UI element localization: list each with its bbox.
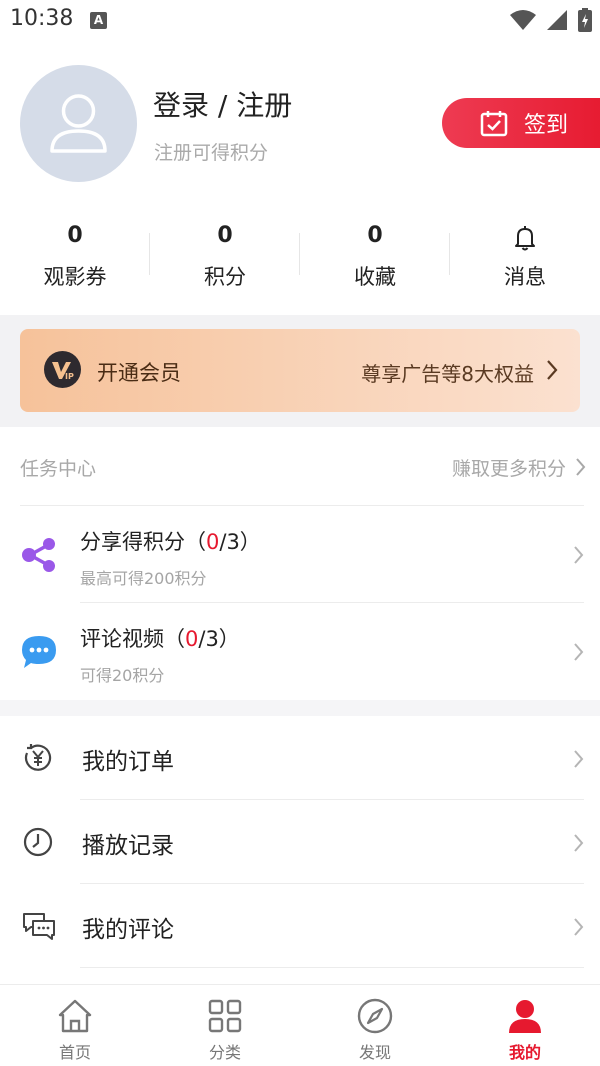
tab-label: 我的 [508, 1043, 541, 1062]
stat-coupons[interactable]: 0 观影券 [0, 215, 150, 295]
bottom-tab-bar: 首页 分类 发现 我的 [0, 984, 600, 1066]
stat-value: 0 [67, 223, 83, 248]
earn-more-points-link[interactable]: 赚取更多积分 [452, 454, 566, 481]
menu-label: 播放记录 [82, 833, 174, 859]
task-comment[interactable]: 评论视频（0/3） 可得20积分 [0, 603, 600, 700]
task-progress: 0 [206, 530, 220, 554]
clock-icon [23, 827, 53, 857]
menu-my-orders[interactable]: 我的订单 [0, 716, 600, 800]
divider [449, 233, 450, 275]
section-separator [0, 700, 600, 716]
menu-label: 我的订单 [82, 749, 174, 775]
menu-label: 我的评论 [82, 917, 174, 943]
task-subtitle: 最高可得200积分 [80, 569, 207, 588]
chevron-right-icon [574, 546, 584, 564]
tab-category[interactable]: 分类 [150, 985, 300, 1066]
login-register-link[interactable]: 登录 / 注册 [153, 84, 292, 124]
chevron-right-icon [574, 918, 584, 936]
comments-icon [23, 913, 55, 940]
vip-benefit: 尊享广告等8大权益 [361, 362, 534, 386]
bell-icon [450, 223, 600, 251]
compass-icon [357, 998, 393, 1034]
chevron-right-icon [574, 750, 584, 768]
home-icon [58, 999, 92, 1033]
task-title: 分享得积分（0/3） [80, 530, 261, 554]
stat-messages[interactable]: 消息 [450, 215, 600, 295]
signal-icon [547, 10, 567, 30]
checkin-label: 签到 [524, 113, 569, 138]
avatar[interactable] [20, 65, 137, 182]
status-icons [510, 8, 592, 32]
vip-logo-icon: IP [44, 351, 81, 388]
category-grid-icon [208, 999, 242, 1033]
stat-label: 收藏 [354, 265, 396, 289]
task-title: 评论视频（0/3） [80, 627, 240, 651]
tab-label: 发现 [358, 1043, 391, 1062]
comment-bubble-icon [22, 636, 56, 668]
wifi-icon [510, 10, 536, 30]
tab-discover[interactable]: 发现 [300, 985, 450, 1066]
task-center-title: 任务中心 [20, 458, 97, 480]
tab-label: 首页 [58, 1043, 91, 1062]
chevron-right-icon [576, 458, 586, 476]
menu-play-history[interactable]: 播放记录 [0, 800, 600, 884]
chevron-right-icon [574, 834, 584, 852]
vip-title: 开通会员 [97, 361, 181, 385]
tab-home[interactable]: 首页 [0, 985, 150, 1066]
status-bar: 10:38 A [0, 0, 600, 42]
tab-mine[interactable]: 我的 [450, 985, 600, 1066]
menu-my-comments[interactable]: 我的评论 [0, 884, 600, 968]
task-share[interactable]: 分享得积分（0/3） 最高可得200积分 [0, 506, 600, 603]
divider [299, 233, 300, 275]
chevron-right-icon [547, 360, 558, 380]
divider [149, 233, 150, 275]
tab-label: 分类 [208, 1043, 241, 1062]
yuan-order-icon [24, 744, 52, 771]
stat-points[interactable]: 0 积分 [150, 215, 300, 295]
status-time: 10:38 [10, 6, 74, 31]
battery-icon [578, 8, 592, 32]
vip-banner[interactable]: IP 开通会员 尊享广告等8大权益 [20, 329, 580, 412]
login-subtitle: 注册可得积分 [154, 142, 269, 164]
user-placeholder-icon [50, 94, 107, 153]
chevron-right-icon [574, 643, 584, 661]
stat-value: 0 [217, 223, 233, 248]
notification-a-icon: A [90, 12, 107, 29]
stat-favorites[interactable]: 0 收藏 [300, 215, 450, 295]
task-subtitle: 可得20积分 [80, 666, 165, 685]
stat-value: 0 [367, 223, 383, 248]
svg-text:IP: IP [65, 372, 74, 381]
share-icon [22, 538, 55, 572]
stats-row: 0 观影券 0 积分 0 收藏 消息 [0, 215, 600, 295]
divider [80, 967, 584, 968]
task-progress: 0 [185, 627, 199, 651]
calendar-check-icon [480, 111, 508, 137]
stat-label: 观影券 [43, 265, 107, 289]
user-icon [509, 1000, 541, 1033]
stat-label: 积分 [204, 265, 246, 289]
stat-label: 消息 [504, 265, 546, 289]
checkin-button[interactable]: 签到 [442, 98, 600, 148]
